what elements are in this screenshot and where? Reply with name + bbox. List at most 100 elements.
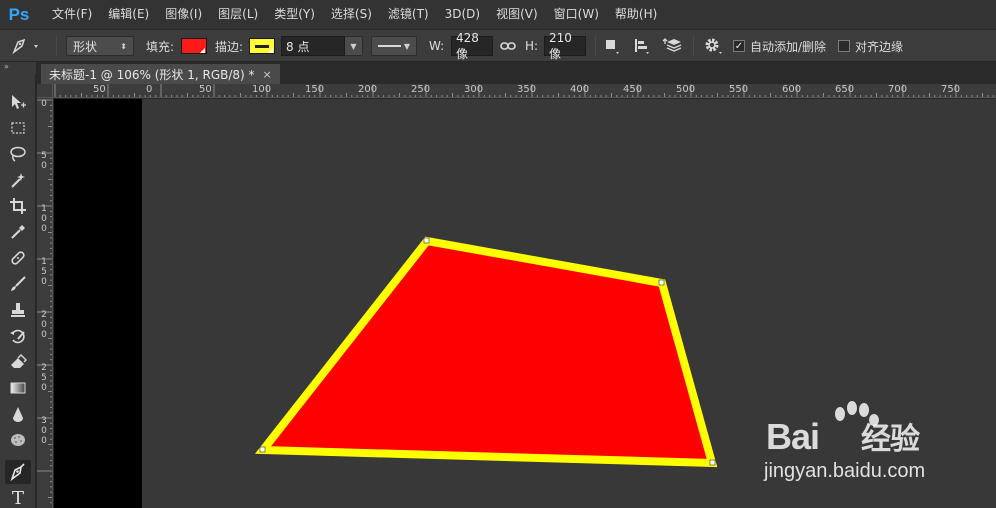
stroke-width-value: 8 点 bbox=[286, 39, 310, 54]
gradient-tool[interactable] bbox=[5, 376, 31, 400]
eyedropper-icon bbox=[11, 225, 25, 239]
menu-edit[interactable]: 编辑(E) bbox=[100, 0, 157, 29]
menu-type[interactable]: 类型(Y) bbox=[266, 0, 323, 29]
auto-add-delete-label: 自动添加/删除 bbox=[750, 39, 827, 54]
path-operations-button[interactable] bbox=[603, 35, 621, 57]
ruler-label: 100 bbox=[252, 84, 272, 95]
magic-wand-tool[interactable] bbox=[5, 168, 31, 192]
trapezoid-shape[interactable] bbox=[254, 236, 718, 468]
stroke-type-select[interactable]: ▼ bbox=[371, 36, 417, 56]
menu-file[interactable]: 文件(F) bbox=[44, 0, 100, 29]
ruler-label: 150 bbox=[305, 84, 325, 95]
height-input[interactable]: 210 像 bbox=[544, 31, 586, 61]
menu-view[interactable]: 视图(V) bbox=[488, 0, 546, 29]
type-tool[interactable]: T bbox=[5, 486, 31, 508]
lasso-tool[interactable] bbox=[5, 142, 31, 166]
chevron-updown-icon: ⬍ bbox=[120, 41, 127, 51]
document-tab-title: 未标题-1 @ 106% (形状 1, RGB/8) * bbox=[49, 67, 255, 82]
path-arrangement-button[interactable] bbox=[662, 35, 684, 57]
menu-window[interactable]: 窗口(W) bbox=[546, 0, 607, 29]
toolbar-header[interactable]: » bbox=[0, 62, 36, 74]
collapse-icon: » bbox=[4, 62, 9, 71]
stroke-color-swatch[interactable] bbox=[249, 38, 275, 54]
move-tool[interactable] bbox=[5, 90, 31, 114]
ruler-label: 50 bbox=[93, 84, 106, 95]
blur-tool[interactable] bbox=[5, 402, 31, 426]
chevron-down-icon: ▼ bbox=[403, 41, 410, 51]
auto-add-delete-checkbox[interactable]: ✓ 自动添加/删除 bbox=[733, 35, 826, 57]
ruler-label: 50 bbox=[199, 84, 212, 95]
width-input[interactable]: 428 像 bbox=[451, 31, 493, 61]
menu-select[interactable]: 选择(S) bbox=[323, 0, 380, 29]
close-icon[interactable]: × bbox=[263, 68, 272, 81]
pen-icon bbox=[10, 463, 25, 481]
rectangular-marquee-icon bbox=[11, 122, 25, 134]
geometry-options-button[interactable] bbox=[703, 35, 725, 57]
crop-tool[interactable] bbox=[5, 194, 31, 218]
menu-layer[interactable]: 图层(L) bbox=[210, 0, 266, 29]
history-brush-tool[interactable] bbox=[5, 324, 31, 348]
eraser-tool[interactable] bbox=[5, 350, 31, 374]
fill-color-swatch[interactable] bbox=[181, 38, 207, 54]
ruler-origin[interactable] bbox=[37, 84, 53, 98]
align-icon bbox=[635, 39, 649, 54]
document-tab[interactable]: 未标题-1 @ 106% (形状 1, RGB/8) * × bbox=[41, 64, 280, 84]
height-value: 210 像 bbox=[549, 30, 572, 61]
ruler-label: 350 bbox=[517, 84, 537, 95]
anchor-point[interactable] bbox=[259, 446, 266, 453]
stroke-width-dropdown[interactable]: ▼ bbox=[345, 36, 363, 56]
anchor-point[interactable] bbox=[658, 279, 665, 286]
menu-3d[interactable]: 3D(D) bbox=[437, 0, 488, 29]
checkbox-checked-icon: ✓ bbox=[733, 40, 745, 52]
path-alignment-button[interactable] bbox=[633, 35, 651, 57]
watermark-brand: Bai 经验 bbox=[766, 414, 920, 458]
move-icon bbox=[12, 95, 26, 109]
align-edges-checkbox[interactable]: 对齐边缘 bbox=[838, 35, 903, 57]
clone-stamp-tool[interactable] bbox=[5, 298, 31, 322]
ruler-label: 5 0 bbox=[41, 151, 47, 171]
mode-select[interactable]: 形状 ⬍ bbox=[66, 36, 134, 56]
pen-icon bbox=[12, 38, 38, 55]
vertical-ruler[interactable]: 0 5 0 1 0 0 1 5 0 2 0 0 2 5 0 3 0 0 bbox=[37, 98, 53, 508]
anchor-point[interactable] bbox=[423, 237, 430, 244]
brush-icon bbox=[11, 276, 26, 291]
marquee-tool[interactable] bbox=[5, 116, 31, 140]
healing-brush-tool[interactable] bbox=[5, 246, 31, 270]
watermark-brand-text: Bai bbox=[766, 416, 820, 457]
ruler-label: 2 5 0 bbox=[41, 363, 47, 393]
menu-help[interactable]: 帮助(H) bbox=[607, 0, 665, 29]
ruler-label: 1 5 0 bbox=[41, 257, 47, 287]
ruler-label: 700 bbox=[888, 84, 908, 95]
height-label: H: bbox=[525, 39, 539, 53]
tools-panel: T bbox=[0, 74, 36, 508]
blur-drop-icon bbox=[13, 407, 23, 422]
link-dimensions-button[interactable] bbox=[500, 35, 516, 57]
ruler-label: 600 bbox=[782, 84, 802, 95]
sponge-icon bbox=[11, 434, 25, 446]
ruler-label: 650 bbox=[835, 84, 855, 95]
dodge-tool[interactable] bbox=[5, 428, 31, 452]
crop-icon bbox=[10, 198, 26, 214]
ruler-label: 400 bbox=[570, 84, 590, 95]
document-tab-bar: 未标题-1 @ 106% (形状 1, RGB/8) * × bbox=[37, 62, 996, 84]
menu-filter[interactable]: 滤镜(T) bbox=[380, 0, 437, 29]
magic-wand-icon bbox=[11, 173, 25, 188]
tool-preset-picker[interactable] bbox=[8, 35, 42, 57]
horizontal-ruler[interactable]: 50 0 50 100 150 200 250 300 350 400 450 … bbox=[53, 84, 996, 98]
watermark-url: jingyan.baidu.com bbox=[764, 460, 926, 482]
ruler-label: 550 bbox=[729, 84, 749, 95]
ruler-label: 0 bbox=[146, 84, 153, 95]
ruler-label: 2 0 0 bbox=[41, 310, 47, 340]
eyedropper-tool[interactable] bbox=[5, 220, 31, 244]
menu-image[interactable]: 图像(I) bbox=[157, 0, 210, 29]
ruler-label: 1 0 0 bbox=[41, 204, 47, 234]
path-operations-icon bbox=[606, 40, 619, 54]
options-bar: 形状 ⬍ 填充: 描边: 8 点 ▼ ▼ W: 428 像 H: 210 像 ✓… bbox=[0, 29, 996, 62]
brush-tool[interactable] bbox=[5, 272, 31, 296]
pen-tool[interactable] bbox=[5, 460, 31, 484]
stroke-width-input[interactable]: 8 点 bbox=[281, 36, 345, 56]
anchor-point[interactable] bbox=[709, 459, 716, 466]
width-value: 428 像 bbox=[456, 30, 479, 61]
ruler-label: 300 bbox=[464, 84, 484, 95]
ruler-label: 0 bbox=[41, 99, 47, 109]
